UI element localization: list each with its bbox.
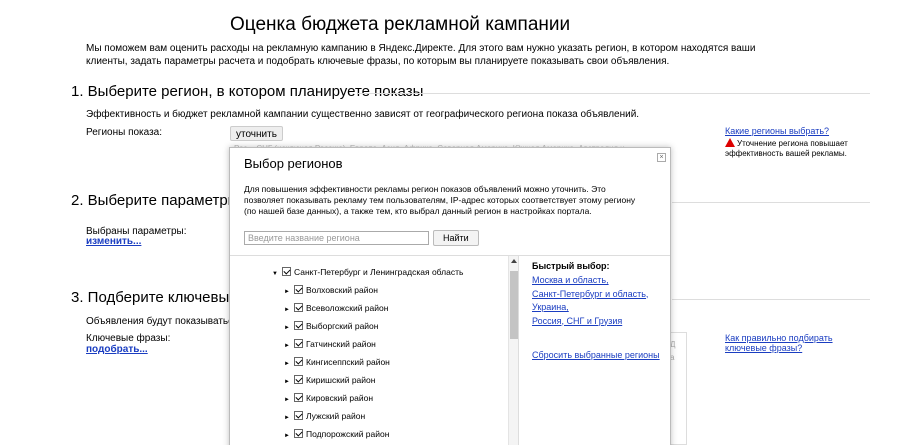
region-tree: ▼ Санкт-Петербург и Ленинградская область…: [230, 256, 520, 445]
region-search-input[interactable]: [244, 231, 429, 245]
checkbox-checked[interactable]: [294, 321, 303, 330]
expand-arrow-icon[interactable]: ►: [284, 284, 294, 300]
quick-select: Быстрый выбор: Москва и область, Санкт-П…: [532, 261, 648, 328]
quick-link-russia-cis[interactable]: Россия, СНГ и Грузия: [532, 315, 648, 329]
expand-arrow-icon[interactable]: ►: [284, 392, 294, 408]
find-button[interactable]: Найти: [433, 230, 479, 246]
checkbox-checked[interactable]: [294, 357, 303, 366]
refine-warning: Уточнение региона повышает эффективность…: [725, 138, 875, 159]
section-2-title: 2. Выберите параметры р: [71, 192, 251, 209]
tree-label: Санкт-Петербург и Ленинградская область: [294, 267, 464, 277]
quick-link-moscow[interactable]: Москва и область,: [532, 274, 648, 288]
section-2-rule: [672, 202, 870, 203]
expand-arrow-icon[interactable]: ►: [284, 410, 294, 426]
panel-separator: [518, 256, 519, 445]
tree-label: Кингисеппский район: [306, 357, 390, 367]
tree-row[interactable]: ► Всеволожский район: [284, 300, 388, 316]
expand-arrow-icon[interactable]: ►: [284, 356, 294, 372]
collapse-arrow-icon[interactable]: ▼: [272, 266, 282, 282]
checkbox-checked[interactable]: [294, 375, 303, 384]
checkbox-checked[interactable]: [294, 303, 303, 312]
tree-row[interactable]: ► Выборгский район: [284, 318, 378, 334]
quick-select-title: Быстрый выбор:: [532, 261, 610, 271]
quick-link-spb[interactable]: Санкт-Петербург и область,: [532, 288, 648, 302]
tree-label: Волховский район: [306, 285, 378, 295]
checkbox-checked[interactable]: [282, 267, 291, 276]
regions-label: Регионы показа:: [86, 127, 163, 138]
section-3-desc: Объявления будут показываться по: [86, 316, 253, 327]
page-intro: Мы поможем вам оценить расходы на реклам…: [86, 43, 756, 67]
expand-arrow-icon[interactable]: ►: [284, 320, 294, 336]
checkbox-checked[interactable]: [294, 339, 303, 348]
section-1-rule: [358, 93, 870, 94]
region-dialog: Выбор регионов × Для повышения эффективн…: [229, 147, 671, 445]
dialog-title: Выбор регионов: [244, 156, 343, 171]
checkbox-checked[interactable]: [294, 411, 303, 420]
refine-regions-button[interactable]: уточнить: [230, 126, 283, 141]
reset-regions-link[interactable]: Сбросить выбранные регионы: [532, 350, 660, 360]
tree-label: Киришский район: [306, 375, 376, 385]
expand-arrow-icon[interactable]: ►: [284, 374, 294, 390]
refine-warning-text: Уточнение региона повышает эффективность…: [725, 139, 848, 158]
tree-row[interactable]: ► Кингисеппский район: [284, 354, 390, 370]
checkbox-checked[interactable]: [294, 285, 303, 294]
tree-label: Кировский район: [306, 393, 374, 403]
change-params-link[interactable]: изменить...: [86, 236, 141, 247]
warning-icon: [725, 138, 735, 147]
checkbox-checked[interactable]: [294, 429, 303, 438]
keywords-label: Ключевые фразы:: [86, 333, 171, 344]
keywords-help-link[interactable]: Как правильно подбирать ключевые фразы?: [725, 333, 875, 353]
section-3-rule: [672, 299, 870, 300]
tree-row[interactable]: ► Лужский район: [284, 408, 365, 424]
close-icon[interactable]: ×: [657, 153, 666, 162]
tree-label: Всеволожский район: [306, 303, 389, 313]
tree-row[interactable]: ► Киришский район: [284, 372, 375, 388]
section-3-title: 3. Подберите ключевые ф: [71, 289, 255, 306]
scroll-thumb[interactable]: [510, 271, 518, 339]
pick-keywords-link[interactable]: подобрать...: [86, 344, 148, 355]
expand-arrow-icon[interactable]: ►: [284, 428, 294, 444]
dialog-description: Для повышения эффективности рекламы реги…: [244, 184, 636, 216]
page-title: Оценка бюджета рекламной кампании: [230, 14, 571, 35]
checkbox-checked[interactable]: [294, 393, 303, 402]
expand-arrow-icon[interactable]: ►: [284, 338, 294, 354]
tree-row[interactable]: ► Подпорожский район: [284, 426, 389, 442]
tree-row[interactable]: ► Волховский район: [284, 282, 378, 298]
quick-link-ukraine[interactable]: Украина,: [532, 301, 648, 315]
tree-row-root[interactable]: ▼ Санкт-Петербург и Ленинградская область: [272, 264, 463, 280]
tree-label: Подпорожский район: [306, 429, 390, 439]
section-1-title: 1. Выберите регион, в котором планируете…: [71, 83, 424, 100]
tree-row[interactable]: ► Кировский район: [284, 390, 373, 406]
tree-label: Гатчинский район: [306, 339, 376, 349]
expand-arrow-icon[interactable]: ►: [284, 302, 294, 318]
section-1-desc: Эффективность и бюджет рекламной кампани…: [86, 109, 640, 120]
tree-scrollbar[interactable]: [508, 256, 518, 445]
tree-row[interactable]: ► Гатчинский район: [284, 336, 376, 352]
tree-label: Лужский район: [306, 411, 366, 421]
scroll-up-icon[interactable]: [511, 259, 517, 263]
which-regions-link[interactable]: Какие регионы выбрать?: [725, 126, 829, 136]
tree-label: Выборгский район: [306, 321, 379, 331]
